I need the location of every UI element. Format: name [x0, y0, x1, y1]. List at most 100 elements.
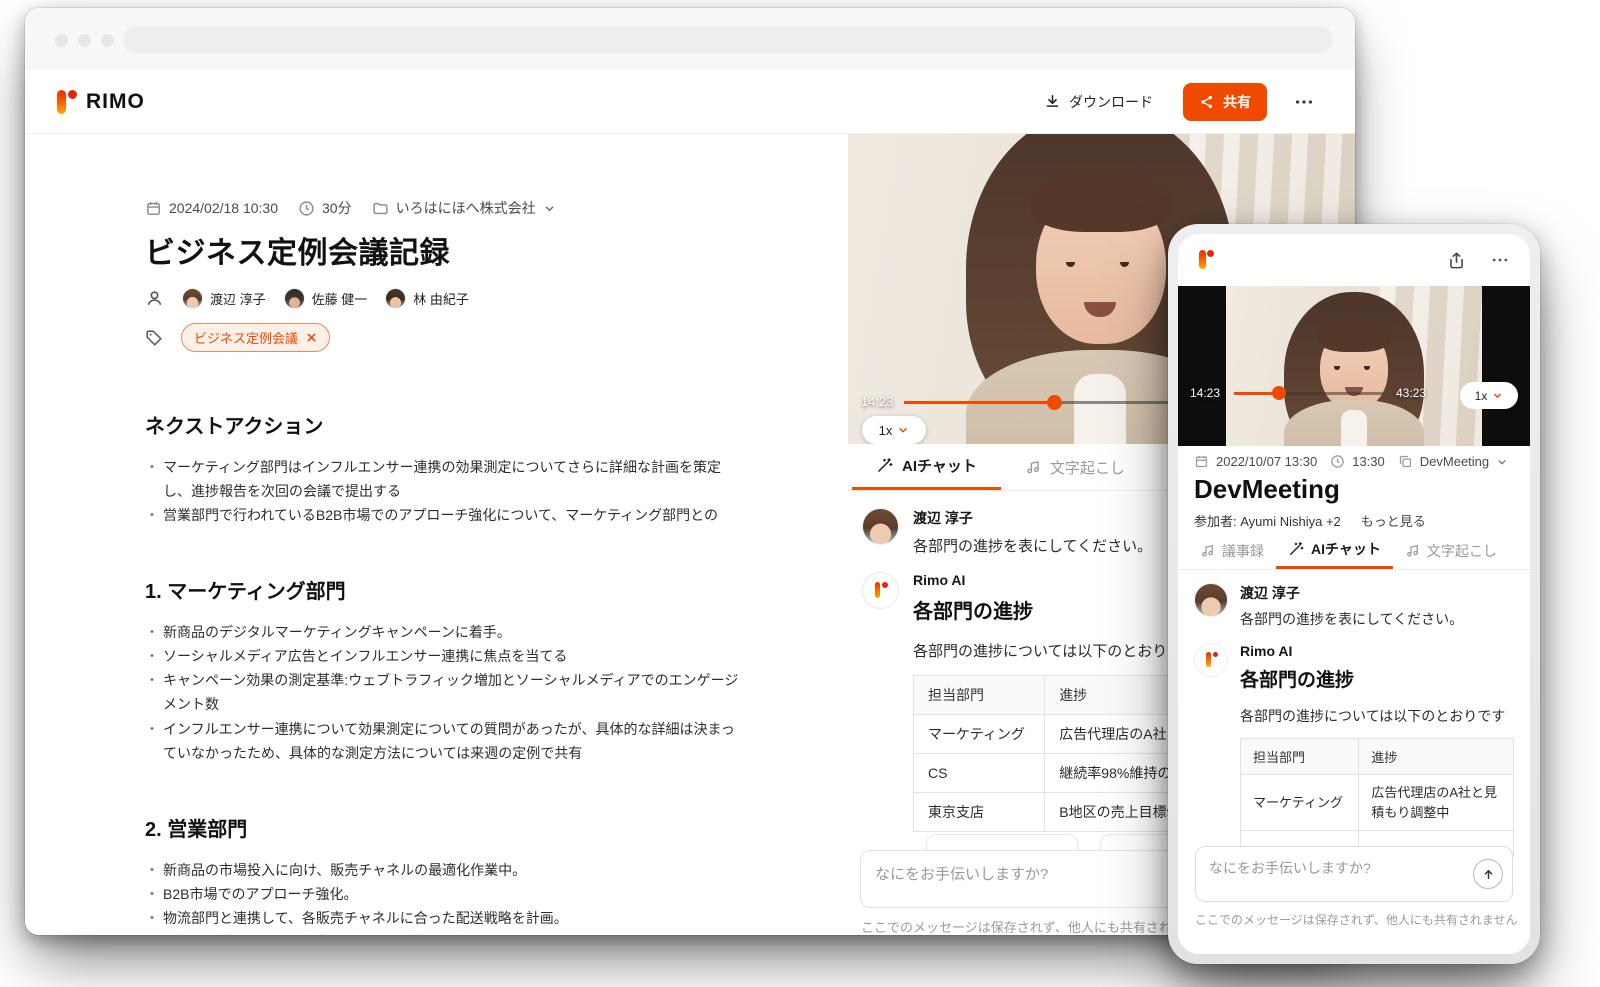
bullet-item: 物流部門と連携して、各販売チャネルに合った配送戦略を計画。 [145, 906, 745, 930]
chat-message-ai: Rimo AI 各部門の進捗 各部門の進捗については以下のとおりです 担当部門進… [1194, 643, 1514, 857]
download-button[interactable]: ダウンロード [1044, 92, 1153, 112]
meeting-folder[interactable]: いろはにほへ株式会社 [372, 198, 556, 218]
rimo-ai-avatar [1194, 643, 1228, 677]
calendar-icon [145, 200, 162, 217]
mobile-header [1178, 234, 1530, 286]
more-menu-button[interactable] [1490, 250, 1510, 270]
bullet-item: B2B市場でのアプローチ強化。 [145, 882, 745, 906]
bullet-item: 新商品のデジタルマーケティングキャンペーンに着手。 [145, 620, 745, 644]
chevron-down-icon [1496, 456, 1508, 468]
tab-ai-chat[interactable]: AIチャット [1276, 532, 1393, 569]
mobile-page-title: DevMeeting [1194, 474, 1340, 505]
chat-input[interactable] [1195, 846, 1513, 902]
main-content: 2024/02/18 10:30 30分 いろはにほへ株式会社 ビジネス定例会議 [25, 134, 1355, 935]
message-text: 各部門の進捗を表にしてください。 [913, 535, 1152, 556]
chevron-down-icon [543, 202, 556, 215]
clock-icon [298, 200, 315, 217]
bullet-item: 緊急配送が必要なB2B顧客への迅速な対応を優先。 [145, 930, 745, 935]
participant[interactable]: 佐藤 健一 [284, 288, 368, 309]
show-more-link[interactable]: もっと見る [1361, 511, 1426, 530]
bullet-item: キャンペーン効果の測定基準:ウェブトラフィック増加とソーシャルメディアでのエンゲ… [145, 668, 745, 716]
video-progress-handle[interactable] [1047, 395, 1062, 410]
folder-icon [372, 200, 389, 217]
rimo-r-icon [55, 88, 77, 116]
calendar-icon [1194, 454, 1209, 469]
magic-wand-icon [876, 457, 893, 474]
tag-icon [145, 329, 163, 347]
mobile-video-player[interactable]: 14:23 43:23 1x [1178, 286, 1530, 446]
participants-row: 渡辺 淳子 佐藤 健一 林 由紀子 [145, 288, 745, 309]
meeting-date: 2022/10/07 13:30 [1194, 454, 1317, 469]
bullet-item: 営業部門で行われているB2B市場でのアプローチ強化について、マーケティング部門と… [145, 503, 745, 527]
video-progress-fill [904, 401, 1054, 404]
doc-section: 1. マーケティング部門 新商品のデジタルマーケティングキャンペーンに着手。 ソ… [145, 575, 745, 764]
video-current-time: 14:23 [1190, 386, 1220, 400]
video-current-time: 14:23 [861, 394, 894, 409]
mobile-device: 14:23 43:23 1x 2022/10/07 13:30 13:30 [1168, 224, 1540, 964]
browser-window: RIMO ダウンロード 共有 [25, 8, 1355, 935]
window-control-zoom[interactable] [101, 34, 114, 47]
chevron-down-icon [1492, 390, 1503, 401]
tab-ai-chat[interactable]: AIチャット [852, 444, 1001, 490]
bullet-item: ソーシャルメディア広告とインフルエンサー連携に焦点を当てる [145, 644, 745, 668]
mobile-chat-input-wrap [1195, 846, 1513, 902]
avatar [182, 288, 203, 309]
window-control-minimize[interactable] [78, 34, 91, 47]
chevron-down-icon [897, 424, 909, 436]
page-title: ビジネス定例会議記録 [145, 228, 745, 272]
doc-section: 2. 営業部門 新商品の市場投入に向け、販売チャネルの最適化作業中。 B2B市場… [145, 813, 745, 935]
tab-minutes[interactable]: 議事録 [1188, 532, 1276, 569]
meeting-folder[interactable]: DevMeeting [1398, 454, 1508, 469]
avatar [284, 288, 305, 309]
copy-squares-icon [1398, 454, 1413, 469]
music-note-icon [1025, 459, 1041, 475]
minutes-document: 2024/02/18 10:30 30分 いろはにほへ株式会社 ビジネス定例会議 [25, 134, 848, 935]
share-ios-icon[interactable] [1447, 251, 1466, 270]
bullet-item: インフルエンサー連携について効果測定についての質問があったが、具体的な詳細は決ま… [145, 717, 745, 765]
avatar [1194, 583, 1228, 617]
more-menu-button[interactable] [1293, 91, 1315, 113]
music-note-icon [1405, 543, 1420, 558]
playback-speed-button[interactable]: 1x [862, 416, 926, 444]
send-button[interactable] [1473, 859, 1503, 889]
ai-answer-intro: 各部門の進捗については以下のとおりです [1240, 706, 1514, 726]
tag-row: ビジネス定例会議 [145, 323, 745, 352]
sender-name: Rimo AI [1240, 643, 1514, 659]
video-progress-handle[interactable] [1272, 386, 1286, 400]
doc-section: ネクストアクション マーケティング部門はインフルエンサー連携の効果測定についてさ… [145, 410, 745, 527]
tag-pill[interactable]: ビジネス定例会議 [181, 323, 330, 352]
bullet-item: 新商品の市場投入に向け、販売チャネルの最適化作業中。 [145, 858, 745, 882]
bullet-item: マーケティング部門はインフルエンサー連携の効果測定についてさらに詳細な計画を策定… [145, 455, 745, 503]
rimo-logo[interactable]: RIMO [55, 88, 145, 116]
mobile-tabs: 議事録 AIチャット 文字起こし [1178, 532, 1530, 570]
sender-name: 渡辺 淳子 [913, 508, 1152, 528]
video-total-time: 43:23 [1396, 386, 1426, 400]
chat-disclaimer: ここでのメッセージは保存されず、他人にも共有されません [861, 917, 1210, 935]
mobile-participants: 参加者: Ayumi Nishiya +2 もっと見る [1194, 511, 1426, 530]
share-button[interactable]: 共有 [1183, 83, 1267, 121]
person-icon [145, 289, 164, 308]
table-row: マーケティング広告代理店のA社と見積もり調整中 [1241, 775, 1514, 831]
participant[interactable]: 渡辺 淳子 [182, 288, 266, 309]
playback-speed-button[interactable]: 1x [1460, 382, 1518, 409]
download-icon [1044, 93, 1061, 110]
magic-wand-icon [1288, 541, 1304, 557]
chat-disclaimer: ここでのメッセージは保存されず、他人にも共有されません [1195, 911, 1518, 928]
window-control-close[interactable] [55, 34, 68, 47]
rimo-r-icon[interactable] [1198, 249, 1214, 271]
progress-table: 担当部門進捗 マーケティング広告代理店のA社と見積もり調整中 [1240, 738, 1514, 857]
avatar [385, 288, 406, 309]
address-bar[interactable] [123, 26, 1333, 53]
tab-transcript[interactable]: 文字起こし [1393, 532, 1509, 569]
meeting-duration: 30分 [298, 198, 352, 218]
browser-chrome [25, 8, 1355, 70]
participant[interactable]: 林 由紀子 [385, 288, 469, 309]
tab-transcript[interactable]: 文字起こし [1001, 444, 1149, 490]
chat-message-user: 渡辺 淳子 各部門の進捗を表にしてください。 [1194, 583, 1514, 629]
remove-tag-icon[interactable] [306, 332, 317, 343]
sender-name: 渡辺 淳子 [1240, 583, 1463, 603]
mobile-meeting-meta: 2022/10/07 13:30 13:30 DevMeeting [1194, 454, 1508, 469]
share-nodes-icon [1199, 94, 1215, 110]
page: RIMO ダウンロード 共有 [0, 0, 1600, 987]
music-note-icon [1200, 543, 1215, 558]
